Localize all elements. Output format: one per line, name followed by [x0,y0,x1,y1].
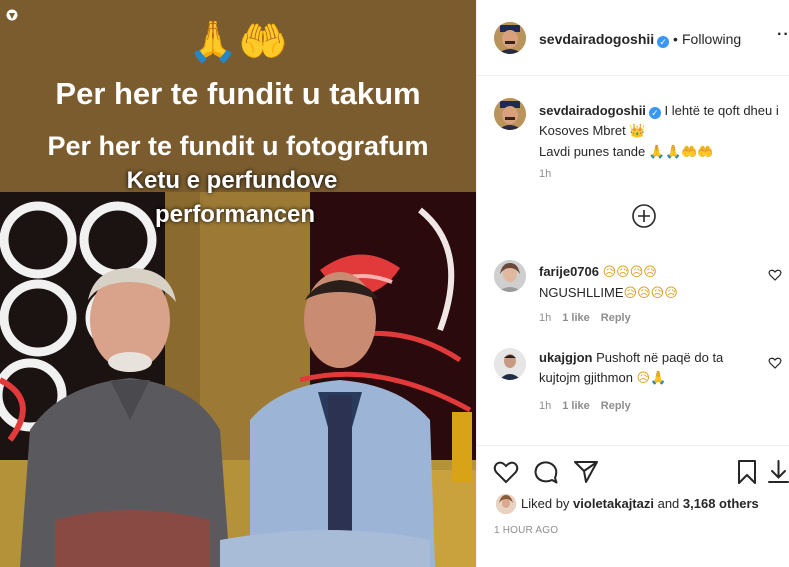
comment-2: ukajgjon Pushoft në paqë do ta kujtojm g… [539,348,759,389]
comment-bubble-icon[interactable] [533,459,559,485]
header-separator: • [673,31,678,47]
more-options-icon[interactable]: ··· [777,26,789,44]
download-icon[interactable] [767,459,789,485]
overlay-text-line-3: Ketu e perfundove [126,167,338,194]
comment-emojis: 😥😥😥😥 [602,265,657,280]
commenter-avatar[interactable] [494,348,526,380]
comment-likes[interactable]: 1 like [562,400,590,412]
like-heart-icon[interactable] [493,459,519,485]
caption-time: 1h [539,168,552,180]
comment-username[interactable]: ukajgjon [539,350,592,365]
share-send-icon[interactable] [573,459,599,485]
verified-badge-icon: ✓ [657,36,670,48]
avatar-image [494,348,526,380]
avatar-image [494,98,526,130]
caption-text-2: Lavdi punes tande [539,144,649,159]
post-caption: sevdairadogoshii ✓ I lehtë te qoft dheu i… [539,101,779,163]
post-actions: Liked by violetakajtazi and 3,168 others… [477,445,789,567]
author-username-text[interactable]: sevdairadogoshii [539,31,654,47]
reply-button[interactable]: Reply [601,312,631,324]
like-comment-heart-icon[interactable] [768,356,782,370]
save-bookmark-icon[interactable] [734,459,760,485]
author-avatar[interactable] [494,22,526,54]
crown-emoji: 👑 [629,124,646,139]
avatar-image [496,494,516,514]
liked-by-user[interactable]: violetakajtazi [573,496,654,511]
comment-likes[interactable]: 1 like [562,312,590,324]
avatar-image [494,22,526,54]
comment-username[interactable]: farije0706 [539,264,599,279]
comment-emojis-2: 😥😥😥😥 [623,286,678,301]
comment-1: farije0706 😥😥😥😥 NGUSHLLIME😥😥😥😥 [539,262,759,304]
reply-button[interactable]: Reply [601,400,631,412]
overlay-emoji: 🙏🤲 [188,19,288,65]
avatar-image [494,260,526,292]
liked-by-prefix: Liked by [521,496,574,511]
comment-text: Pushoft në paqë do ta [596,350,724,365]
comment-time: 1h [539,400,552,412]
commenter-avatar[interactable] [494,260,526,292]
author-username[interactable]: sevdairadogoshii ✓ [539,31,670,48]
liked-count[interactable]: 3,168 others [683,496,759,511]
post-photo[interactable]: 🙏🤲 Per her te fundit u takum Per her te … [0,0,476,567]
comment-emojis: 😥🙏 [636,371,667,386]
comment-text-2: kujtojm gjithmon [539,370,637,385]
caption-username[interactable]: sevdairadogoshii [539,103,646,118]
comment-meta: 1h 1 like Reply [539,312,642,324]
load-more-comments-icon[interactable] [632,204,656,228]
post-header: sevdairadogoshii✓ • Following ··· [477,0,789,76]
comment-text: NGUSHLLIME [539,285,624,300]
comment-meta: 1h 1 like Reply [539,400,642,412]
caption-emojis: 🙏🙏🤲🤲 [648,145,714,160]
verified-badge-icon: ✓ [648,107,661,119]
liked-by-middle: and [653,496,683,511]
overlay-text-line-4: performancen [154,201,316,228]
overlay-text-line-2: Per her te fundit u fotografum [47,131,429,161]
following-button[interactable]: Following [682,31,741,47]
liked-by-text[interactable]: Liked by violetakajtazi and 3,168 others [521,496,759,511]
post-side-panel: sevdairadogoshii✓ • Following ··· sevdai… [476,0,789,567]
like-comment-heart-icon[interactable] [768,268,782,282]
post-timestamp[interactable]: 1 HOUR AGO [494,525,558,536]
overlay-text-line-1: Per her te fundit u takum [55,76,421,111]
caption-author-avatar[interactable] [494,98,526,130]
comment-time: 1h [539,312,552,324]
liker-avatar[interactable] [496,494,516,514]
